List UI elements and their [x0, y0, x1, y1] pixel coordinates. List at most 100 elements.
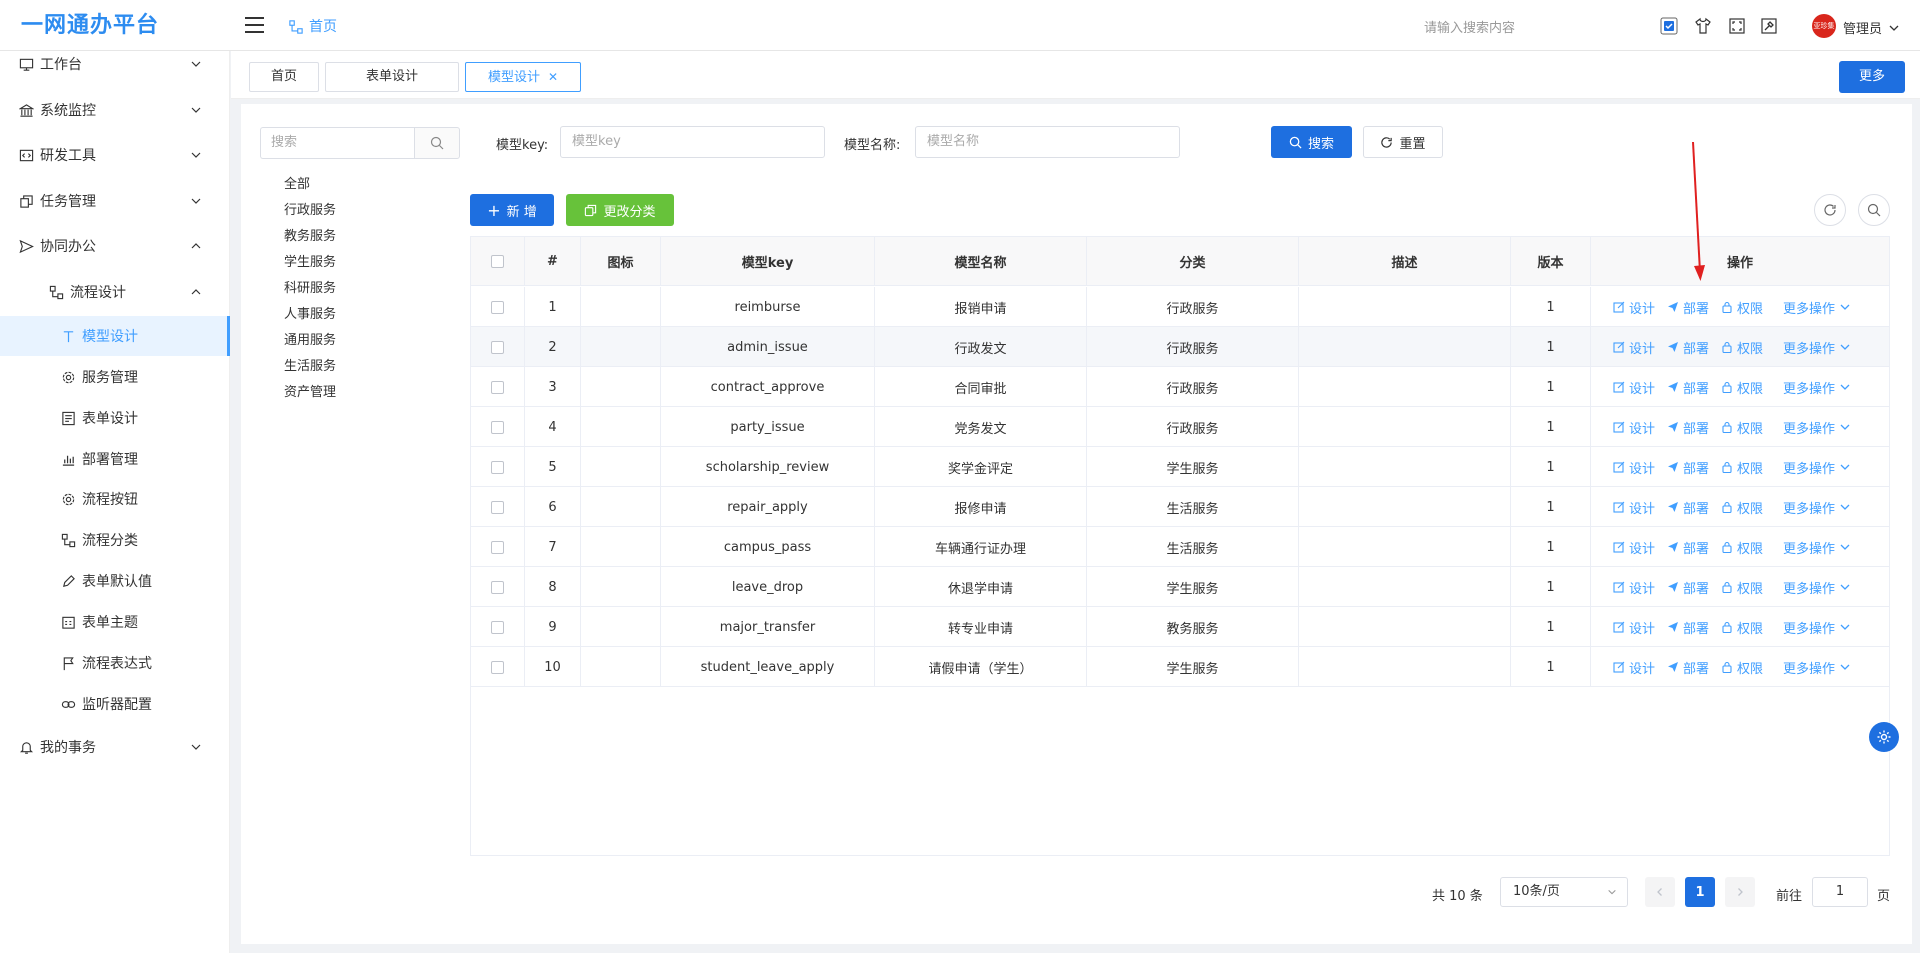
deploy-link[interactable]: 部署: [1667, 418, 1709, 437]
avatar[interactable]: 亚珍集团: [1812, 14, 1836, 38]
design-link[interactable]: 设计: [1613, 538, 1655, 557]
sidebar-item-14[interactable]: 表单主题: [0, 602, 230, 642]
permission-link[interactable]: 权限: [1721, 538, 1763, 557]
permission-link[interactable]: 权限: [1721, 498, 1763, 517]
more-button[interactable]: 更多: [1839, 61, 1905, 93]
category-item[interactable]: 人事服务: [284, 302, 336, 328]
tools-icon[interactable]: [1759, 16, 1779, 36]
design-link[interactable]: 设计: [1613, 658, 1655, 677]
fullscreen-icon[interactable]: [1727, 16, 1747, 36]
table-row[interactable]: 10 student_leave_apply 请假申请（学生） 学生服务 1 设计 部署 权限…: [471, 647, 1889, 687]
more-ops-dropdown[interactable]: 更多操作: [1783, 498, 1851, 517]
category-item[interactable]: 生活服务: [284, 354, 336, 380]
deploy-link[interactable]: 部署: [1667, 538, 1709, 557]
sidebar-item-17[interactable]: 我的事务: [0, 727, 230, 767]
sidebar-item-11[interactable]: 流程按钮: [0, 479, 230, 519]
breadcrumb[interactable]: 首页: [289, 17, 337, 37]
permission-link[interactable]: 权限: [1721, 458, 1763, 477]
row-checkbox[interactable]: [491, 420, 504, 434]
refresh-table-button[interactable]: [1814, 194, 1846, 226]
sidebar-item-13[interactable]: 表单默认值: [0, 561, 230, 601]
sidebar-item-8[interactable]: 服务管理: [0, 357, 230, 397]
table-row[interactable]: 2 admin_issue 行政发文 行政服务 1 设计 部署 权限 更多操作: [471, 327, 1889, 367]
page-size-select[interactable]: 10条/页: [1500, 877, 1628, 907]
category-item[interactable]: 资产管理: [284, 380, 336, 406]
category-item[interactable]: 教务服务: [284, 224, 336, 250]
category-item[interactable]: 学生服务: [284, 250, 336, 276]
deploy-link[interactable]: 部署: [1667, 618, 1709, 637]
more-ops-dropdown[interactable]: 更多操作: [1783, 378, 1851, 397]
user-menu[interactable]: 管理员: [1843, 18, 1900, 37]
reset-button[interactable]: 重置: [1363, 126, 1443, 158]
next-page-button[interactable]: [1725, 877, 1755, 907]
permission-link[interactable]: 权限: [1721, 298, 1763, 317]
sidebar-item-16[interactable]: 监听器配置: [0, 684, 230, 724]
toggle-search-button[interactable]: [1858, 194, 1890, 226]
design-link[interactable]: 设计: [1613, 338, 1655, 357]
sidebar-item-1[interactable]: 工作台: [0, 44, 230, 84]
more-ops-dropdown[interactable]: 更多操作: [1783, 578, 1851, 597]
row-checkbox[interactable]: [491, 660, 504, 674]
more-ops-dropdown[interactable]: 更多操作: [1783, 298, 1851, 317]
page-button-1[interactable]: 1: [1685, 877, 1715, 907]
sidebar-item-4[interactable]: 任务管理: [0, 181, 230, 221]
sidebar-item-3[interactable]: 研发工具: [0, 135, 230, 175]
table-row[interactable]: 8 leave_drop 休退学申请 学生服务 1 设计 部署 权限 更多操作: [471, 567, 1889, 607]
tab-form-design[interactable]: 表单设计: [325, 62, 459, 92]
shirt-icon[interactable]: [1693, 16, 1713, 36]
breadcrumb-home[interactable]: 首页: [309, 17, 337, 37]
more-ops-dropdown[interactable]: 更多操作: [1783, 418, 1851, 437]
prev-page-button[interactable]: [1645, 877, 1675, 907]
row-checkbox[interactable]: [491, 340, 504, 354]
sidebar-item-10[interactable]: 部署管理: [0, 439, 230, 479]
permission-link[interactable]: 权限: [1721, 338, 1763, 357]
more-ops-dropdown[interactable]: 更多操作: [1783, 538, 1851, 557]
tab-model-design[interactable]: 模型设计 ✕: [465, 62, 581, 92]
design-link[interactable]: 设计: [1613, 298, 1655, 317]
change-category-button[interactable]: 更改分类: [566, 194, 674, 226]
model-name-input[interactable]: 模型名称: [915, 126, 1180, 158]
more-ops-dropdown[interactable]: 更多操作: [1783, 618, 1851, 637]
header-search-input[interactable]: 请输入搜索内容: [1424, 17, 1515, 36]
sidebar-item-9[interactable]: 表单设计: [0, 398, 230, 438]
design-link[interactable]: 设计: [1613, 418, 1655, 437]
sidebar-item-7[interactable]: 模型设计: [0, 316, 230, 356]
row-checkbox[interactable]: [491, 580, 504, 594]
sidebar-item-15[interactable]: 流程表达式: [0, 643, 230, 683]
deploy-link[interactable]: 部署: [1667, 298, 1709, 317]
checkbox-icon[interactable]: [1659, 16, 1679, 36]
category-item[interactable]: 通用服务: [284, 328, 336, 354]
sidebar-item-12[interactable]: 流程分类: [0, 520, 230, 560]
more-ops-dropdown[interactable]: 更多操作: [1783, 458, 1851, 477]
menu-toggle-icon[interactable]: [245, 17, 264, 33]
category-item[interactable]: 全部: [284, 172, 336, 198]
row-checkbox[interactable]: [491, 380, 504, 394]
category-search-button[interactable]: [414, 127, 460, 159]
deploy-link[interactable]: 部署: [1667, 498, 1709, 517]
search-button[interactable]: 搜索: [1271, 126, 1352, 158]
table-row[interactable]: 6 repair_apply 报修申请 生活服务 1 设计 部署 权限 更多操作: [471, 487, 1889, 527]
table-row[interactable]: 4 party_issue 党务发文 行政服务 1 设计 部署 权限 更多操作: [471, 407, 1889, 447]
goto-page-input[interactable]: 1: [1812, 877, 1868, 907]
sidebar-item-6[interactable]: 流程设计: [0, 272, 230, 312]
deploy-link[interactable]: 部署: [1667, 378, 1709, 397]
design-link[interactable]: 设计: [1613, 498, 1655, 517]
deploy-link[interactable]: 部署: [1667, 458, 1709, 477]
deploy-link[interactable]: 部署: [1667, 658, 1709, 677]
more-ops-dropdown[interactable]: 更多操作: [1783, 658, 1851, 677]
sidebar-item-2[interactable]: 系统监控: [0, 90, 230, 130]
design-link[interactable]: 设计: [1613, 458, 1655, 477]
row-checkbox[interactable]: [491, 540, 504, 554]
add-button[interactable]: + 新 增: [470, 194, 554, 226]
row-checkbox[interactable]: [491, 500, 504, 514]
table-row[interactable]: 3 contract_approve 合同审批 行政服务 1 设计 部署 权限 更多操作: [471, 367, 1889, 407]
settings-float-button[interactable]: [1869, 722, 1899, 752]
deploy-link[interactable]: 部署: [1667, 338, 1709, 357]
row-checkbox[interactable]: [491, 620, 504, 634]
category-search-input[interactable]: 搜索: [260, 127, 415, 159]
more-ops-dropdown[interactable]: 更多操作: [1783, 338, 1851, 357]
category-item[interactable]: 行政服务: [284, 198, 336, 224]
permission-link[interactable]: 权限: [1721, 418, 1763, 437]
table-row[interactable]: 5 scholarship_review 奖学金评定 学生服务 1 设计 部署 权限 更多操作: [471, 447, 1889, 487]
design-link[interactable]: 设计: [1613, 578, 1655, 597]
